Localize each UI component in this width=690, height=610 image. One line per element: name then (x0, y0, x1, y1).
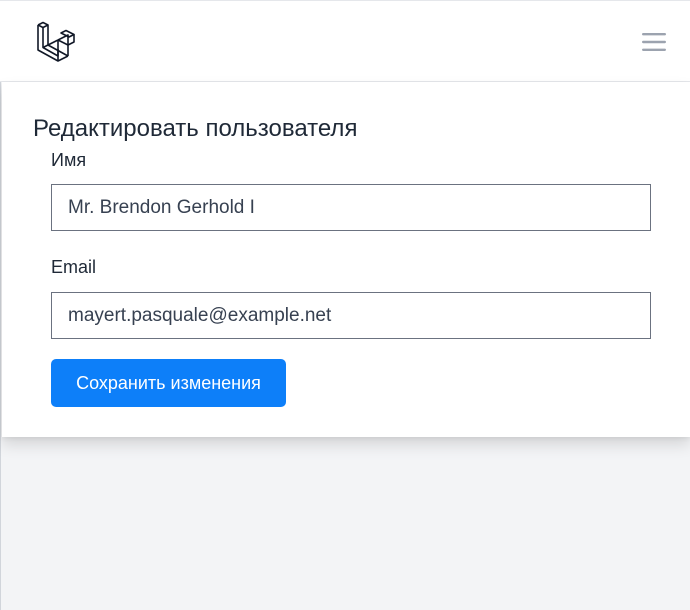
page-title: Редактировать пользователя (33, 115, 358, 142)
top-navbar (0, 0, 690, 82)
laravel-logo-icon[interactable] (36, 21, 78, 63)
name-input[interactable] (51, 184, 651, 231)
hamburger-menu-icon[interactable] (638, 28, 670, 56)
save-changes-button[interactable]: Сохранить изменения (51, 359, 286, 407)
email-label: Email (51, 257, 97, 277)
email-input[interactable] (51, 292, 651, 339)
name-label: Имя (51, 150, 87, 170)
edit-user-card: Редактировать пользователя Имя Email Сох… (2, 82, 690, 437)
